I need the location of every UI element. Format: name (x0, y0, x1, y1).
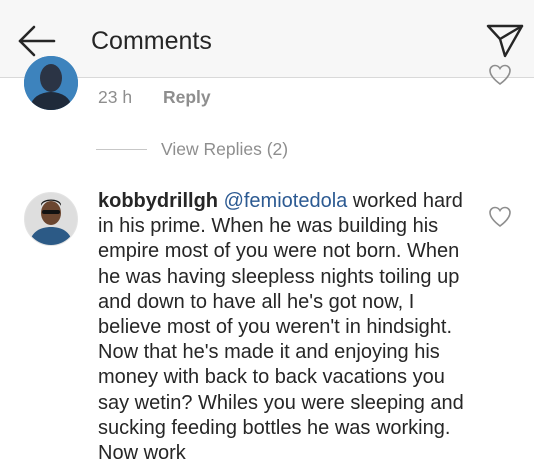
view-replies-link[interactable]: View Replies (2) (96, 137, 288, 161)
previous-comment-avatar[interactable] (24, 56, 78, 110)
view-replies-label: View Replies (2) (161, 138, 289, 159)
avatar (25, 193, 77, 245)
replies-divider (96, 148, 147, 150)
heart-outline-icon (489, 64, 511, 86)
comment-body: kobbydrillgh @femiotedola worked hard in… (98, 189, 478, 466)
page-title: Comments (91, 27, 212, 55)
comment-username[interactable]: kobbydrillgh (98, 190, 218, 212)
like-button[interactable] (488, 206, 512, 228)
paper-plane-icon (486, 24, 524, 58)
previous-comment-like-button[interactable] (488, 64, 512, 86)
commenter-avatar[interactable] (24, 192, 78, 246)
heart-outline-icon (489, 206, 511, 228)
comment-text: worked hard in his prime. When he was bu… (98, 190, 464, 465)
back-button[interactable] (14, 23, 58, 59)
comment-mention[interactable]: @femiotedola (224, 190, 348, 212)
reply-button[interactable]: Reply (163, 86, 211, 108)
avatar (24, 56, 78, 110)
app-header: Comments (0, 0, 534, 78)
arrow-left-icon (18, 25, 56, 57)
share-button[interactable] (484, 22, 526, 60)
comment-timestamp: 23 h (98, 87, 133, 107)
